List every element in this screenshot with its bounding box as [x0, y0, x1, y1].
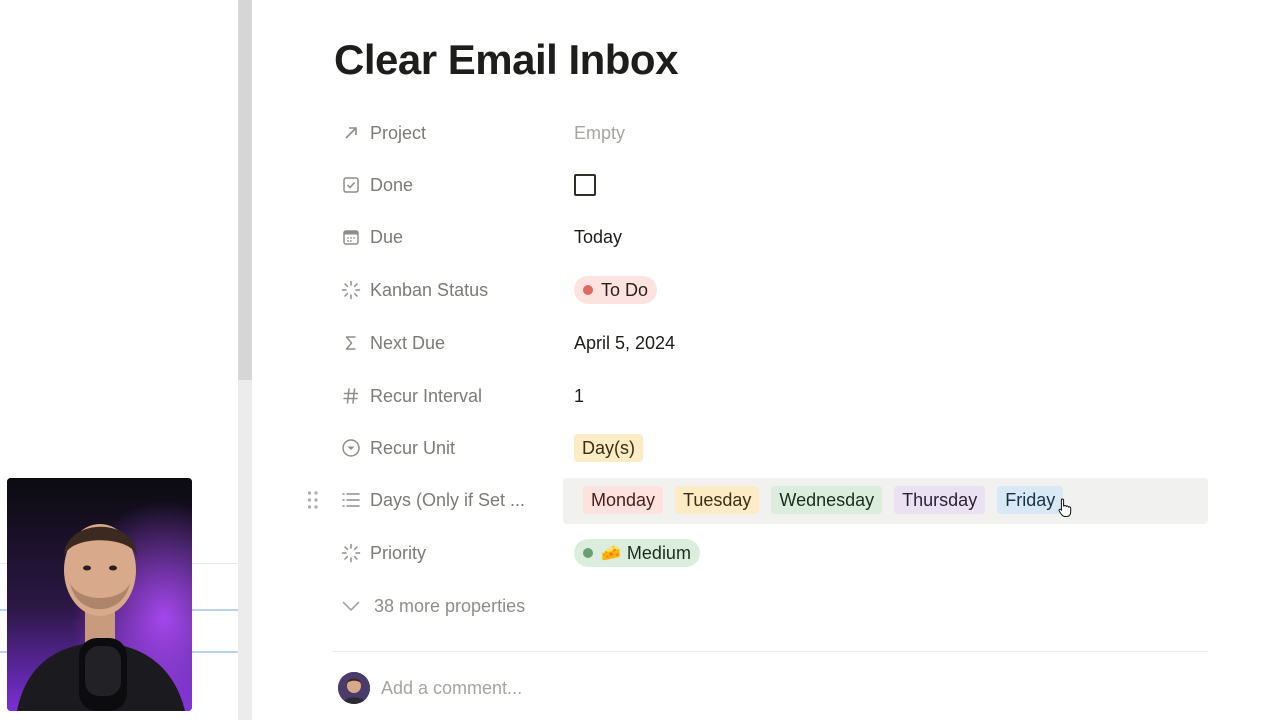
webcam-overlay	[7, 478, 192, 711]
avatar	[338, 672, 370, 704]
divider	[332, 651, 1208, 652]
property-row-priority[interactable]: Priority 🧀 Medium	[334, 531, 1208, 575]
recur-unit-tag[interactable]: Day(s)	[574, 434, 643, 462]
property-value[interactable]: 🧀 Medium	[574, 531, 700, 575]
status-icon	[340, 279, 362, 301]
arrow-up-right-icon	[340, 122, 362, 144]
property-label[interactable]: Done	[334, 163, 554, 207]
day-tag-monday[interactable]: Monday	[583, 486, 664, 514]
day-tag-tuesday[interactable]: Tuesday	[675, 486, 760, 514]
cheese-icon: 🧀	[601, 545, 621, 562]
next-due-value: April 5, 2024	[574, 332, 676, 353]
property-name: Priority	[370, 542, 427, 563]
property-row-recur-interval[interactable]: Recur Interval 1	[334, 374, 1208, 418]
property-label[interactable]: Recur Interval	[334, 374, 554, 418]
priority-badge[interactable]: 🧀 Medium	[574, 539, 700, 567]
property-row-due[interactable]: Due Today	[334, 215, 1208, 259]
property-name: Next Due	[370, 332, 446, 353]
status-badge[interactable]: To Do	[574, 276, 658, 304]
property-label[interactable]: Kanban Status	[334, 268, 554, 312]
day-tag-friday[interactable]: Friday	[997, 486, 1064, 514]
page-title[interactable]: Clear Email Inbox	[334, 36, 678, 84]
chevron-down-icon	[340, 600, 362, 612]
status-dot	[583, 285, 593, 295]
property-label[interactable]: Days (Only if Set ...	[334, 478, 554, 522]
status-label: To Do	[601, 279, 649, 300]
property-value[interactable]: Empty	[574, 111, 625, 155]
more-properties-toggle[interactable]: 38 more properties	[340, 588, 525, 624]
drag-handle-icon[interactable]	[306, 490, 320, 510]
day-tag-wednesday[interactable]: Wednesday	[771, 486, 883, 514]
hash-icon	[340, 385, 362, 407]
scrollbar-thumb[interactable]	[238, 0, 252, 380]
sigma-icon	[340, 332, 362, 354]
status-icon	[340, 542, 362, 564]
comment-input[interactable]: Add a comment...	[381, 678, 522, 699]
priority-label: Medium	[626, 542, 691, 563]
list-icon	[340, 489, 362, 511]
comment-box[interactable]: Add a comment...	[338, 670, 522, 706]
property-value[interactable]: April 5, 2024	[574, 321, 675, 365]
property-row-done[interactable]: Done	[334, 163, 1208, 207]
property-name: Kanban Status	[370, 279, 489, 300]
property-row-next-due[interactable]: Next Due April 5, 2024	[334, 321, 1208, 365]
calendar-icon	[340, 226, 362, 248]
property-row-project[interactable]: Project Empty	[334, 111, 1208, 155]
property-row-recur-unit[interactable]: Recur Unit Day(s)	[334, 426, 1208, 470]
property-name: Recur Interval	[370, 385, 483, 406]
done-checkbox[interactable]	[574, 174, 596, 196]
property-label[interactable]: Priority	[334, 531, 554, 575]
select-icon	[340, 437, 362, 459]
property-name: Due	[370, 226, 404, 247]
property-label[interactable]: Next Due	[334, 321, 554, 365]
property-value[interactable]: 1	[574, 374, 584, 418]
property-label[interactable]: Recur Unit	[334, 426, 554, 470]
due-value: Today	[574, 226, 623, 247]
property-name: Project	[370, 122, 427, 143]
property-value[interactable]: Today	[574, 215, 622, 259]
empty-value: Empty	[574, 122, 626, 143]
property-value[interactable]: Monday Tuesday Wednesday Thursday Friday	[583, 478, 1075, 522]
checkbox-icon	[340, 174, 362, 196]
status-dot	[583, 548, 593, 558]
more-properties-label: 38 more properties	[374, 595, 526, 616]
presenter-video	[7, 478, 192, 711]
recur-interval-value: 1	[574, 385, 585, 406]
property-name: Recur Unit	[370, 437, 456, 458]
property-label[interactable]: Due	[334, 215, 554, 259]
hand-cursor-icon	[1058, 498, 1072, 518]
day-tag-thursday[interactable]: Thursday	[894, 486, 986, 514]
property-name: Done	[370, 174, 414, 195]
property-value[interactable]: Day(s)	[574, 426, 655, 470]
property-row-kanban-status[interactable]: Kanban Status To Do	[334, 268, 1208, 312]
property-value[interactable]	[574, 163, 596, 207]
property-name: Days (Only if Set ...	[370, 489, 526, 510]
property-value[interactable]: To Do	[574, 268, 658, 312]
property-label[interactable]: Project	[334, 111, 554, 155]
